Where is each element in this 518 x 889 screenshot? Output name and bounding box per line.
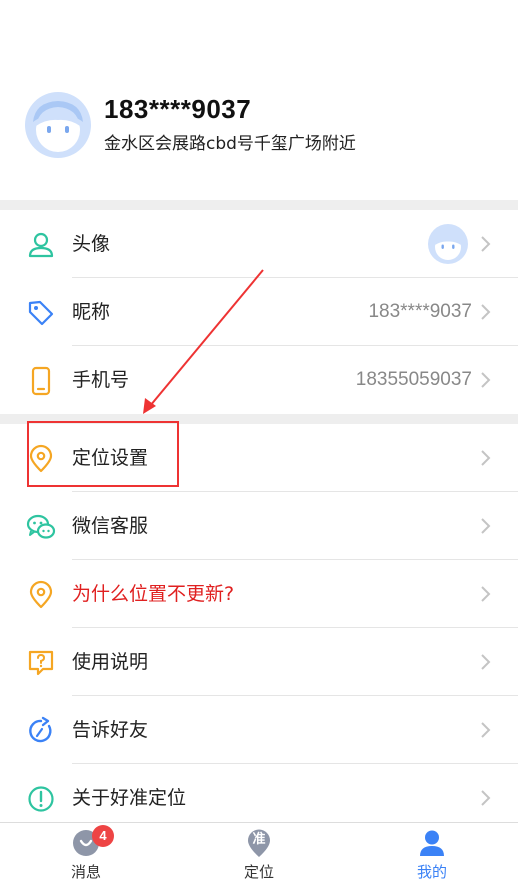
chevron-right-icon [481, 654, 491, 670]
chevron-right-icon [481, 450, 491, 466]
chevron-right-icon [481, 236, 491, 252]
unread-badge: 4 [92, 825, 114, 847]
user-icon [28, 232, 54, 258]
menu-row-instructions[interactable]: 使用说明 [0, 628, 518, 696]
settings-row-phone[interactable]: 手机号 18355059037 [0, 346, 518, 414]
profile-header: 183****9037 金水区会展路cbd号千玺广场附近 [0, 0, 518, 200]
location-pin-icon [29, 580, 53, 609]
chevron-right-icon [481, 304, 491, 320]
settings-row-avatar[interactable]: 头像 [0, 210, 518, 278]
profile-address: 金水区会展路cbd号千玺广场附近 [104, 134, 356, 154]
help-icon [28, 650, 54, 676]
location-tab-icon-text: 准 [252, 832, 266, 847]
menu-label: 告诉好友 [72, 719, 149, 741]
profile-phone: 183****9037 [104, 94, 252, 124]
settings-row-nickname[interactable]: 昵称 183****9037 [0, 278, 518, 346]
tab-messages[interactable]: 4 消息 [0, 823, 172, 889]
chevron-right-icon [481, 372, 491, 388]
wechat-icon [26, 514, 56, 539]
chevron-right-icon [481, 722, 491, 738]
phone-value: 18355059037 [355, 369, 472, 390]
menu-row-tell-friends[interactable]: 告诉好友 [0, 696, 518, 764]
tab-location[interactable]: 准 定位 [173, 823, 345, 889]
tab-label: 我的 [416, 863, 447, 881]
menu-label: 使用说明 [72, 651, 149, 673]
share-icon [29, 716, 52, 743]
annotation-highlight-box [27, 421, 179, 487]
bottom-tab-bar: 4 消息 准 定位 我的 [0, 822, 518, 889]
chevron-right-icon [481, 790, 491, 806]
avatar-thumbnail [428, 224, 468, 264]
info-icon [28, 786, 54, 812]
tab-label: 定位 [243, 863, 274, 881]
chevron-right-icon [481, 518, 491, 534]
menu-row-wechat-support[interactable]: 微信客服 [0, 492, 518, 560]
settings-label: 昵称 [72, 301, 111, 323]
tab-me[interactable]: 我的 [346, 823, 518, 889]
tab-label: 消息 [70, 863, 101, 881]
nickname-value: 183****9037 [368, 301, 472, 322]
phone-icon [31, 366, 51, 396]
menu-label: 微信客服 [72, 515, 149, 537]
tag-icon [28, 300, 54, 326]
menu-row-why-not-updating[interactable]: 为什么位置不更新? [0, 560, 518, 628]
section-divider [0, 200, 518, 210]
profile-icon [420, 830, 444, 856]
avatar[interactable] [25, 92, 91, 158]
menu-label: 为什么位置不更新? [72, 583, 235, 605]
settings-label: 手机号 [72, 369, 130, 391]
chevron-right-icon [481, 586, 491, 602]
settings-label: 头像 [72, 233, 111, 255]
